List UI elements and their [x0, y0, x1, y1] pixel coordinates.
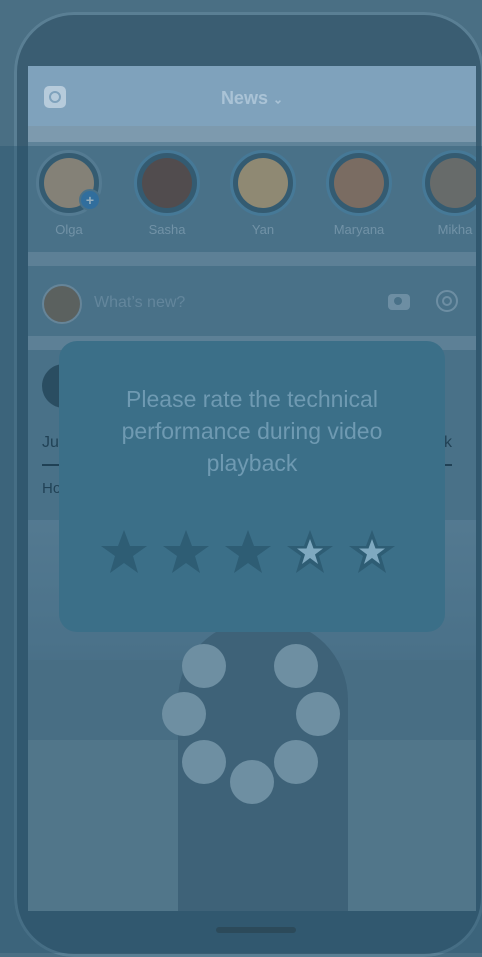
avatar	[230, 150, 296, 216]
top-header: News ⌄	[28, 66, 476, 126]
story-name: Maryana	[333, 222, 385, 237]
star-icon[interactable]	[285, 527, 335, 577]
spinner-dot	[182, 740, 226, 784]
avatar	[326, 150, 392, 216]
stories-row: + Olga Sasha Yan Maryana Mikha	[28, 142, 476, 252]
story-item[interactable]: Sasha	[132, 150, 202, 237]
rating-prompt: Please rate the technical performance du…	[121, 386, 383, 476]
avatar-photo	[430, 158, 476, 208]
spinner-dot	[162, 692, 206, 736]
avatar	[422, 150, 476, 216]
star-rating	[99, 527, 409, 577]
story-item[interactable]: Maryana	[324, 150, 394, 237]
story-name: Mikha	[437, 222, 473, 237]
loading-spinner-icon	[160, 640, 340, 810]
story-item[interactable]: Mikha	[420, 150, 476, 237]
spinner-dot	[230, 760, 274, 804]
avatar-photo	[142, 158, 192, 208]
rating-dialog: Please rate the technical performance du…	[59, 341, 445, 632]
story-name: Sasha	[148, 222, 186, 237]
story-name: Olga	[55, 222, 83, 237]
post-author[interactable]: Ju	[42, 434, 59, 452]
target-icon[interactable]	[436, 290, 458, 312]
avatar-photo	[238, 158, 288, 208]
spinner-dot	[182, 644, 226, 688]
feed-title[interactable]: News ⌄	[28, 88, 476, 109]
avatar-photo	[334, 158, 384, 208]
star-icon[interactable]	[99, 527, 149, 577]
avatar	[42, 284, 82, 324]
whats-new-input[interactable]: What’s new?	[94, 294, 185, 312]
chevron-down-icon: ⌄	[272, 92, 284, 107]
story-item[interactable]: Yan	[228, 150, 298, 237]
feed-title-label: News	[220, 88, 268, 108]
star-icon[interactable]	[347, 527, 397, 577]
avatar	[134, 150, 200, 216]
camera-icon[interactable]	[388, 294, 410, 310]
story-item[interactable]: + Olga	[34, 150, 104, 237]
spinner-dot	[274, 740, 318, 784]
system-nav-bar	[28, 911, 476, 941]
star-icon[interactable]	[223, 527, 273, 577]
spinner-dot	[274, 644, 318, 688]
home-indicator[interactable]	[216, 927, 296, 933]
spinner-dot	[296, 692, 340, 736]
star-icon[interactable]	[161, 527, 211, 577]
avatar: +	[36, 150, 102, 216]
story-name: Yan	[251, 222, 275, 237]
add-story-icon[interactable]: +	[79, 189, 101, 211]
post-composer[interactable]: What’s new?	[28, 266, 476, 336]
